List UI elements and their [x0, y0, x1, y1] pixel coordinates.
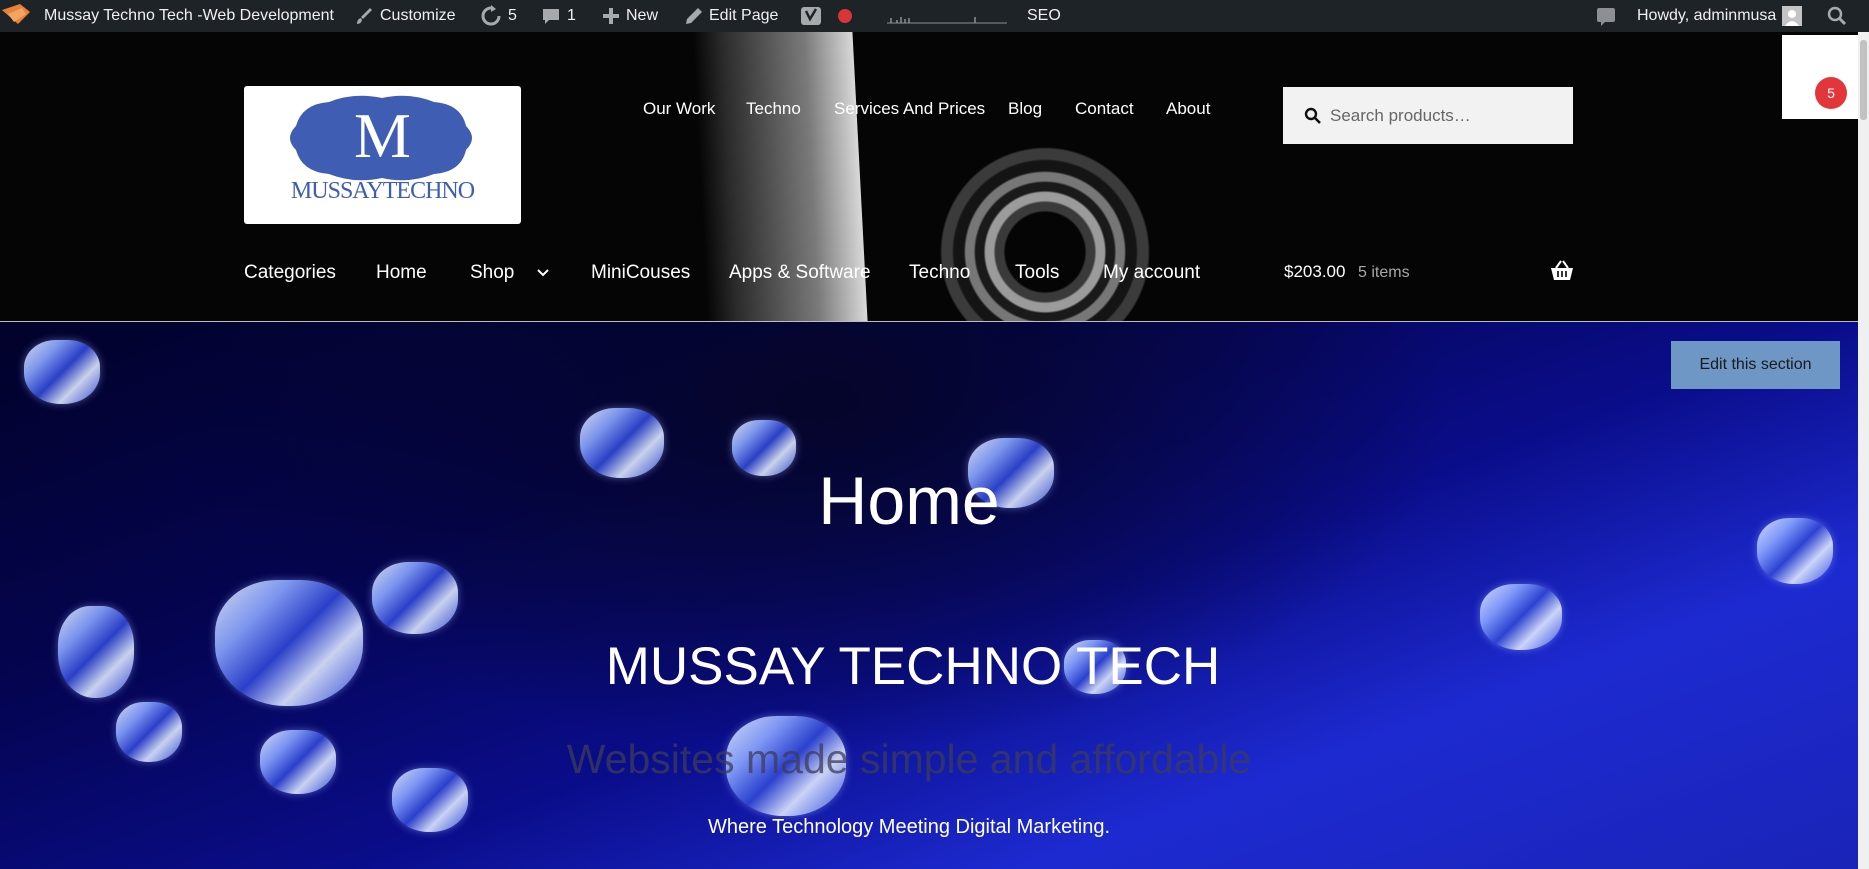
admin-notifications-icon[interactable] [1595, 0, 1617, 32]
page-scrollbar[interactable] [1858, 32, 1869, 869]
site-name-label: Mussay Techno Tech -Web Development [44, 7, 334, 24]
comment-icon [543, 9, 559, 24]
greeting-label: Howdy, adminmusa [1637, 7, 1777, 24]
basket-icon[interactable] [1550, 260, 1574, 282]
nav-item-home[interactable]: Home [376, 262, 427, 284]
nav-item-shop-label: Shop [470, 262, 515, 283]
plus-icon [603, 8, 619, 24]
diamond-decoration [372, 562, 458, 634]
topnav-item-blog[interactable]: Blog [1008, 99, 1042, 119]
paintbrush-icon [357, 8, 372, 24]
nav-item-tools[interactable]: Tools [1015, 262, 1059, 284]
pencil-icon [686, 8, 702, 24]
nav-item-my-account[interactable]: My account [1103, 262, 1200, 284]
header-rings-graphic [905, 112, 1185, 321]
cart-total[interactable]: $203.00 [1284, 262, 1345, 282]
new-label: New [626, 7, 659, 24]
avatar [1782, 6, 1803, 26]
hero-section: Edit this section Home MUSSAY TECHNO TEC… [0, 322, 1858, 869]
diamond-decoration [24, 340, 100, 404]
admin-new[interactable]: New [602, 0, 658, 32]
product-search [1283, 87, 1573, 144]
admin-updates[interactable]: 5 [480, 0, 517, 32]
logo-wordmark: MUSSAYTECHNO [290, 178, 475, 204]
edit-section-button[interactable]: Edit this section [1671, 341, 1840, 389]
cart-count[interactable]: 5 items [1358, 264, 1410, 282]
edit-page-label: Edit Page [709, 7, 779, 24]
nav-item-techno[interactable]: Techno [909, 262, 970, 284]
hero-subtitle: Where Technology Meeting Digital Marketi… [707, 816, 1111, 838]
nav-item-minicouses[interactable]: MiniCouses [591, 262, 690, 284]
site-header: M MUSSAYTECHNO Our Work Techno Services … [0, 32, 1858, 322]
admin-search-icon[interactable] [1827, 0, 1847, 32]
hero-brand-heading: MUSSAY TECHNO TECH [605, 637, 1221, 696]
admin-seo[interactable]: SEO [1027, 0, 1061, 32]
admin-customize[interactable]: Customize [354, 0, 456, 32]
refresh-icon [481, 5, 501, 26]
topnav-item-techno[interactable]: Techno [746, 99, 801, 119]
admin-account[interactable]: Howdy, adminmusa [1637, 0, 1803, 32]
seo-status-icon[interactable] [838, 0, 852, 32]
search-icon [1304, 107, 1321, 124]
side-cart-badge[interactable]: 5 [1815, 77, 1847, 109]
updates-count: 5 [508, 7, 517, 24]
traffic-sparkline-icon[interactable] [887, 0, 1007, 32]
page-title: Home [818, 463, 1000, 539]
topnav-item-about[interactable]: About [1166, 99, 1210, 119]
admin-comments[interactable]: 1 [541, 0, 576, 32]
seo-label: SEO [1027, 7, 1061, 24]
hero-tagline: Websites made simple and affordable [566, 736, 1252, 782]
topnav-item-contact[interactable]: Contact [1075, 99, 1134, 119]
admin-bar: Mussay Techno Tech -Web Development Cust… [0, 0, 1869, 32]
comments-count: 1 [567, 7, 576, 24]
logo-initial: M [354, 100, 411, 171]
search-input[interactable] [1328, 102, 1567, 130]
side-cart-panel[interactable] [1782, 35, 1858, 119]
chevron-down-icon [536, 269, 549, 277]
admin-edit-page[interactable]: Edit Page [685, 0, 778, 32]
nav-item-categories[interactable]: Categories [244, 262, 336, 284]
admin-site-name[interactable]: Mussay Techno Tech -Web Development [44, 0, 334, 32]
nav-item-apps-software[interactable]: Apps & Software [729, 262, 871, 284]
nav-item-shop[interactable]: Shop [470, 262, 550, 284]
scrollbar-thumb[interactable] [1860, 40, 1867, 120]
yoast-icon[interactable] [800, 0, 822, 32]
site-logo[interactable]: M MUSSAYTECHNO [244, 86, 521, 224]
customize-label: Customize [380, 7, 456, 24]
topnav-item-services-and-prices[interactable]: Services And Prices [834, 99, 985, 119]
topnav-item-our-work[interactable]: Our Work [643, 99, 715, 119]
wp-logo-icon[interactable] [0, 0, 36, 32]
